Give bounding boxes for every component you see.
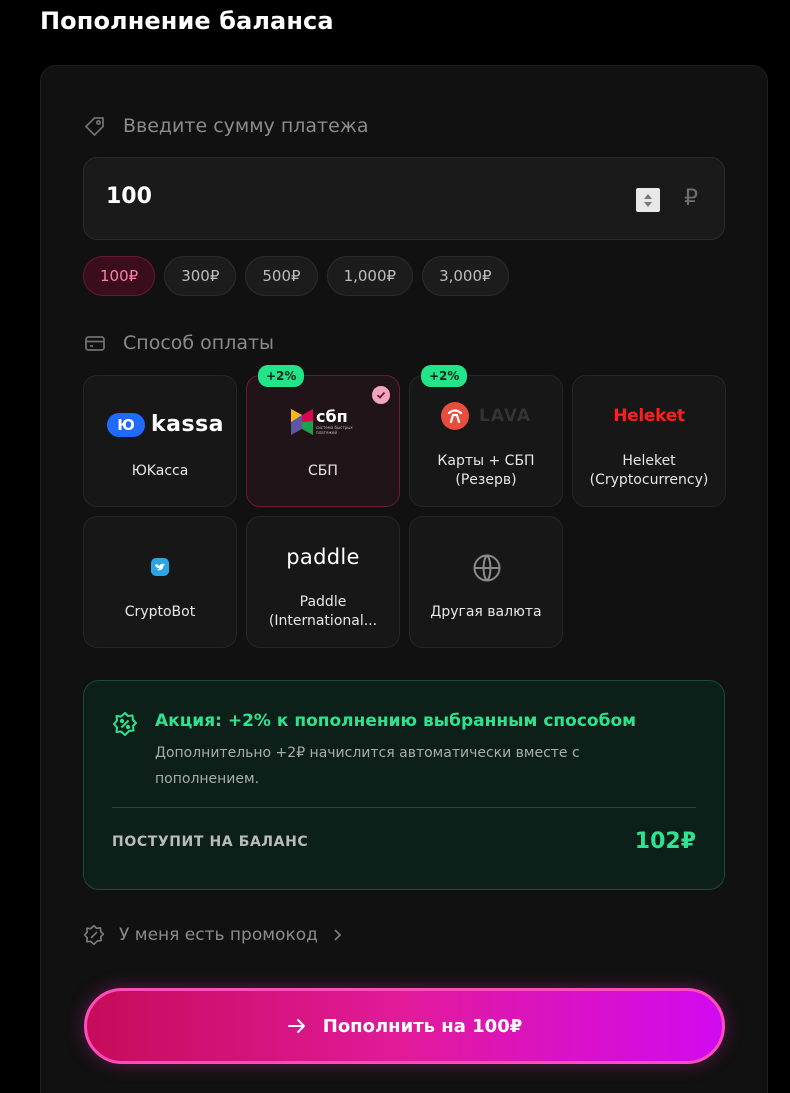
method-name: Paddle (International... (268, 594, 378, 629)
sbp-logo: сбп система быстрых платежей (291, 409, 356, 435)
lava-logo-icon (441, 402, 469, 430)
amount-label: Введите сумму платежа (123, 115, 369, 137)
preset-chip-1000[interactable]: 1,000₽ (326, 256, 414, 296)
card-icon (85, 336, 105, 351)
sbp-logo-subtext: система быстрых платежей (316, 425, 353, 435)
method-paddle[interactable]: paddle Paddle (International... (246, 516, 400, 648)
promocode-toggle[interactable]: У меня есть промокод (83, 924, 342, 946)
arrow-right-icon (287, 1019, 305, 1033)
amount-presets: 100₽ 300₽ 500₽ 1,000₽ 3,000₽ (83, 256, 509, 296)
discount-badge-icon (113, 712, 137, 736)
chevron-right-icon (334, 929, 342, 941)
yookassa-logo: Ю kassa (107, 412, 224, 437)
yookassa-logo-text: kassa (151, 412, 225, 437)
submit-label[interactable]: Пополнить на 100₽ (323, 1016, 523, 1037)
lava-logo: LAVA (441, 402, 531, 430)
promo-banner: Акция: +2% к пополнению выбранным способ… (83, 680, 725, 890)
promocode-label[interactable]: У меня есть промокод (119, 925, 318, 945)
method-name: Другая валюта (430, 604, 542, 620)
method-name: ЮKacca (131, 463, 189, 479)
amount-input[interactable]: 100 ₽ (83, 157, 725, 240)
promo-text: Дополнительно +2₽ начислится автоматичес… (155, 745, 580, 787)
promo-divider (112, 807, 696, 808)
method-lava[interactable]: +2% LAVA Карты + СБП (Резерв) (409, 365, 563, 507)
method-name: Карты + СБП (Резерв) (437, 453, 535, 488)
preset-chip-100[interactable]: 100₽ (83, 256, 156, 296)
heleket-logo: Heleket (613, 406, 685, 426)
payment-section-label: Способ оплаты (83, 331, 274, 355)
stepper-down-icon[interactable] (644, 201, 652, 207)
method-cryptobot[interactable]: CryptoBot (83, 516, 237, 648)
amount-value[interactable]: 100 (106, 184, 152, 209)
amount-section-label: Введите сумму платежа (83, 114, 369, 138)
preset-chip-3000[interactable]: 3,000₽ (422, 256, 509, 296)
method-name: СБП (308, 463, 338, 479)
bonus-badge: +2% (421, 365, 468, 387)
globe-icon (473, 554, 501, 582)
preset-chip-500[interactable]: 500₽ (245, 256, 318, 296)
method-other-currency[interactable]: Другая валюта (409, 516, 563, 648)
method-heleket[interactable]: Heleket Heleket (Cryptocurrency) (572, 375, 726, 507)
yookassa-mark: Ю (107, 412, 145, 437)
balance-total-value: 102₽ (634, 829, 696, 854)
cryptobot-icon (151, 558, 169, 576)
page-title: Пополнение баланса (40, 7, 334, 35)
balance-total-label: ПОСТУПИТ НА БАЛАНС (112, 834, 309, 850)
promo-title: Акция: +2% к пополнению выбранным способ… (155, 711, 637, 731)
method-yookassa[interactable]: Ю kassa ЮKacca (83, 375, 237, 507)
percent-badge-icon (83, 924, 105, 946)
sbp-logo-text: сбп (316, 407, 348, 426)
tag-icon (85, 117, 104, 136)
currency-symbol: ₽ (684, 186, 698, 211)
preset-chip-300[interactable]: 300₽ (164, 256, 237, 296)
stepper-up-icon[interactable] (644, 193, 652, 199)
selected-check-icon (372, 386, 390, 404)
topup-card: Введите сумму платежа 100 ₽ 100₽ 300₽ 50… (40, 65, 768, 1093)
method-name: Heleket (Cryptocurrency) (589, 453, 709, 488)
bonus-badge: +2% (258, 365, 305, 387)
amount-stepper[interactable] (636, 188, 660, 212)
sbp-logo-icon (291, 409, 313, 435)
lava-logo-text: LAVA (479, 406, 531, 426)
topup-submit-button[interactable]: Пополнить на 100₽ (84, 988, 725, 1064)
method-sbp[interactable]: +2% сбп система быстрых платежей СБП (246, 365, 400, 507)
method-name: CryptoBot (124, 604, 196, 620)
payment-label: Способ оплаты (123, 332, 275, 354)
paddle-logo: paddle (286, 545, 360, 569)
